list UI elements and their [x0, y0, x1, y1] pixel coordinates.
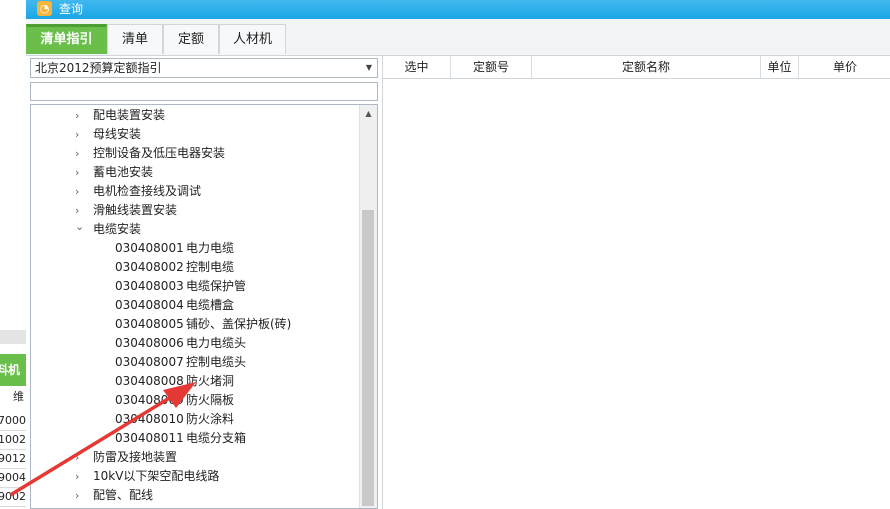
tree-node-label: 配管、配线 — [93, 488, 154, 502]
chevron-right-icon[interactable]: › — [75, 486, 93, 505]
dropdown-arrow-icon: ▼ — [365, 63, 372, 72]
tab-labor-material-machine[interactable]: 人材机 — [219, 24, 286, 54]
background-app-panel: 料机 维 37000 01002 09012 09004 09002 — [0, 0, 27, 509]
tree-node[interactable]: › 蓄电池安装 — [75, 163, 153, 182]
tree-leaf-label: 电力电缆 — [186, 241, 235, 255]
tab-bill-guide[interactable]: 清单指引 — [26, 24, 107, 54]
tree-leaf-code: 030408007 — [115, 355, 184, 369]
column-header-quota-code[interactable]: 定额号 — [451, 56, 532, 78]
tree-leaf-item[interactable]: 030408007 控制电缆头 — [115, 353, 246, 372]
scrollbar-thumb[interactable] — [362, 210, 374, 506]
guide-tree: › 配电装置安装 › 母线安装 › 控制设备及低压电器安装 › 蓄电池安装 › 电机检查接线及调试… — [30, 104, 378, 509]
chevron-right-icon[interactable]: › — [75, 125, 93, 144]
tab-bill[interactable]: 清单 — [107, 24, 163, 54]
tab-bar: 清单指引 清单 定额 人材机 — [26, 19, 890, 56]
tree-node[interactable]: › 配电装置安装 — [75, 106, 165, 125]
tree-node-label: 配电装置安装 — [93, 108, 166, 122]
tree-leaf-label: 电缆槽盒 — [186, 298, 235, 312]
chevron-right-icon[interactable]: › — [75, 467, 93, 486]
tree-leaf-item[interactable]: 030408004 电缆槽盒 — [115, 296, 234, 315]
result-grid: 选中 定额号 定额名称 单位 单价 — [382, 56, 890, 509]
dialog-title: 查询 — [59, 2, 84, 16]
tree-leaf-item[interactable]: 030408002 控制电缆 — [115, 258, 234, 277]
tree-leaf-label: 铺砂、盖保护板(砖) — [186, 317, 292, 331]
chevron-right-icon[interactable]: › — [75, 144, 93, 163]
column-header-unit[interactable]: 单位 — [761, 56, 799, 78]
guide-select-value: 北京2012预算定额指引 — [35, 61, 162, 75]
background-cell[interactable]: 09012 — [0, 450, 26, 469]
tree-node-label: 控制设备及低压电器安装 — [93, 146, 226, 160]
tree-leaf-code: 030408002 — [115, 260, 184, 274]
tree-leaf-item[interactable]: 030408011 电缆分支箱 — [115, 429, 246, 448]
tree-leaf-code: 030408006 — [115, 336, 184, 350]
background-cell[interactable]: 01002 — [0, 431, 26, 450]
tree-node-label: 蓄电池安装 — [93, 165, 154, 179]
tree-node-label: 电缆安装 — [93, 222, 142, 236]
tree-leaf-item[interactable]: 030408008 防火堵洞 — [115, 372, 234, 391]
scroll-up-icon[interactable]: ▲ — [360, 105, 377, 122]
search-input[interactable] — [30, 82, 378, 101]
tree-node[interactable]: › 控制设备及低压电器安装 — [75, 144, 225, 163]
background-header-fragment: 维 — [13, 390, 24, 403]
tree-node-label: 电机检查接线及调试 — [93, 184, 202, 198]
tree-node[interactable]: › 母线安装 — [75, 125, 141, 144]
tree-node-expanded[interactable]: ⌄ 电缆安装 — [75, 220, 141, 239]
tree-node[interactable]: › 配管、配线 — [75, 486, 153, 505]
tree-leaf-label: 防火隔板 — [186, 393, 235, 407]
tree-node-label: 10kV以下架空配电线路 — [93, 469, 220, 483]
tree-leaf-label: 电缆保护管 — [186, 279, 247, 293]
chevron-right-icon[interactable]: › — [75, 163, 93, 182]
tree-node[interactable]: › 10kV以下架空配电线路 — [75, 467, 219, 486]
tree-leaf-code: 030408003 — [115, 279, 184, 293]
result-grid-header: 选中 定额号 定额名称 单位 单价 — [383, 56, 890, 79]
tree-node-label: 防雷及接地装置 — [93, 450, 178, 464]
tree-leaf-label: 控制电缆头 — [186, 355, 247, 369]
background-divider — [0, 330, 26, 344]
tree-leaf-code: 030408011 — [115, 431, 184, 445]
dialog-title-bar[interactable]: ◔ 查询 — [26, 0, 890, 19]
tree-node[interactable]: › 电机检查接线及调试 — [75, 182, 201, 201]
tree-leaf-item[interactable]: 030408009 防火隔板 — [115, 391, 234, 410]
tree-leaf-item[interactable]: 030408003 电缆保护管 — [115, 277, 246, 296]
column-header-unit-price[interactable]: 单价 — [799, 56, 890, 78]
tree-leaf-item[interactable]: 030408006 电力电缆头 — [115, 334, 246, 353]
tree-leaf-label: 电缆分支箱 — [186, 431, 247, 445]
guide-select[interactable]: 北京2012预算定额指引 ▼ — [30, 58, 378, 78]
app-logo-icon: ◔ — [37, 1, 52, 16]
query-dialog: ◔ 查询 清单指引 清单 定额 人材机 北京2012预算定额指引 ▼ › 配电装置… — [26, 0, 890, 509]
tree-scrollbar[interactable]: ▲ — [359, 105, 377, 508]
background-cell[interactable]: 09004 — [0, 469, 26, 488]
tree-node-label: 滑触线装置安装 — [93, 203, 178, 217]
tab-quota[interactable]: 定额 — [163, 24, 219, 54]
tree-leaf-label: 电力电缆头 — [186, 336, 247, 350]
tree-leaf-code: 030408005 — [115, 317, 184, 331]
chevron-right-icon[interactable]: › — [75, 106, 93, 125]
tree-leaf-item[interactable]: 030408005 铺砂、盖保护板(砖) — [115, 315, 291, 334]
background-cell[interactable]: 37000 — [0, 412, 26, 431]
tree-leaf-label: 防火涂料 — [186, 412, 235, 426]
tree-leaf-item[interactable]: 030408010 防火涂料 — [115, 410, 234, 429]
column-header-quota-name[interactable]: 定额名称 — [532, 56, 761, 78]
tree-leaf-label: 防火堵洞 — [186, 374, 235, 388]
tree-leaf-code: 030408010 — [115, 412, 184, 426]
chevron-down-icon[interactable]: ⌄ — [75, 217, 93, 236]
column-header-selected[interactable]: 选中 — [383, 56, 451, 78]
tree-leaf-label: 控制电缆 — [186, 260, 235, 274]
tree-leaf-code: 030408001 — [115, 241, 184, 255]
tree-node-label: 母线安装 — [93, 127, 142, 141]
tree-leaf-code: 030408008 — [115, 374, 184, 388]
background-tab-materials[interactable]: 料机 — [0, 354, 26, 386]
background-cell[interactable]: 09002 — [0, 488, 26, 507]
chevron-right-icon[interactable]: › — [75, 448, 93, 467]
tree-leaf-code: 030408004 — [115, 298, 184, 312]
tree-leaf-item[interactable]: 030408001 电力电缆 — [115, 239, 234, 258]
tree-leaf-code: 030408009 — [115, 393, 184, 407]
tree-node[interactable]: › 防雷及接地装置 — [75, 448, 177, 467]
chevron-right-icon[interactable]: › — [75, 182, 93, 201]
